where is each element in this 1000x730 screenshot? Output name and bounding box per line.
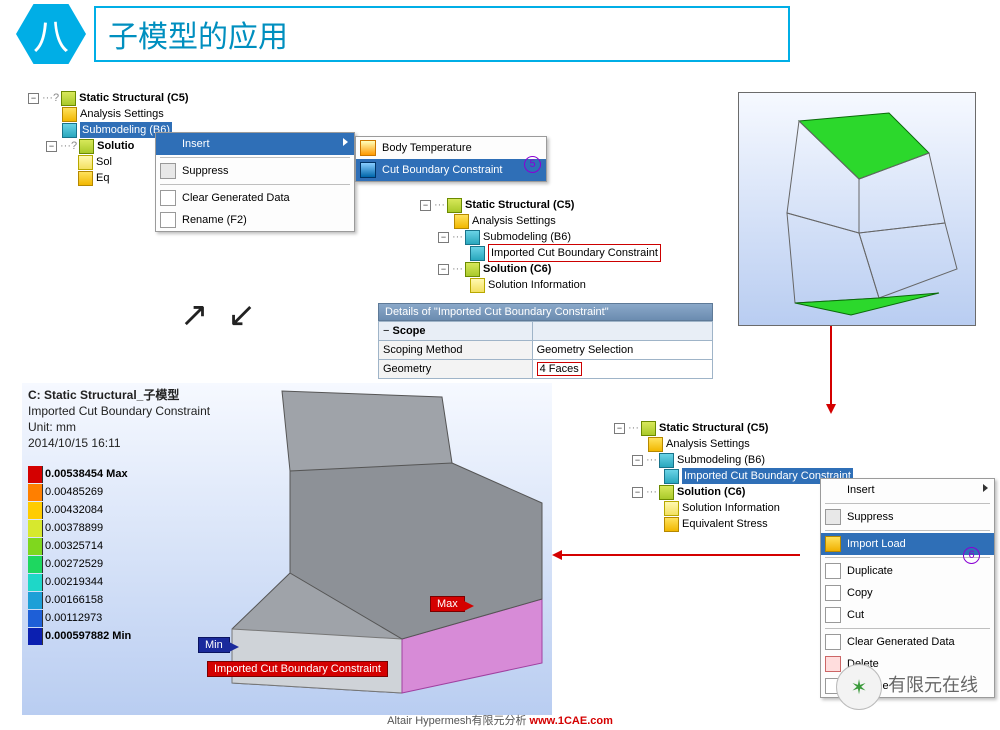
flow-arrow-left-icon — [560, 554, 800, 556]
outline-tree-2[interactable]: −···Static Structural (C5) Analysis Sett… — [420, 197, 661, 293]
section-number-hexagon: 八 — [16, 4, 86, 64]
details-scoping-method-val[interactable]: Geometry Selection — [532, 341, 712, 360]
step-badge-6: 6 — [963, 547, 980, 564]
menu2-copy[interactable]: Copy — [821, 582, 994, 604]
tree1-solution[interactable]: Solutio — [97, 138, 134, 154]
tree3-solution-info[interactable]: Solution Information — [682, 500, 780, 516]
result-icc-label: Imported Cut Boundary Constraint — [207, 661, 388, 677]
geometry-preview[interactable] — [738, 92, 976, 326]
wechat-icon: ✶ — [836, 664, 882, 710]
tree2-root[interactable]: Static Structural (C5) — [465, 197, 574, 213]
menu2-suppress[interactable]: Suppress — [821, 506, 994, 528]
slide-title: 子模型的应用 — [94, 6, 790, 62]
decorative-arrows: ↗ ↙ — [180, 295, 256, 335]
menu-insert[interactable]: Insert — [156, 133, 354, 155]
tree1-analysis-settings[interactable]: Analysis Settings — [80, 106, 164, 122]
menu-clear-generated-data[interactable]: Clear Generated Data — [156, 187, 354, 209]
menu-cut-boundary-constraint[interactable]: Cut Boundary Constraint — [356, 159, 546, 181]
tree2-analysis-settings[interactable]: Analysis Settings — [472, 213, 556, 229]
menu2-cut[interactable]: Cut — [821, 604, 994, 626]
details-scoping-method-key: Scoping Method — [379, 341, 533, 360]
max-flag: Max — [430, 596, 465, 612]
context-menu-submodeling[interactable]: Insert Suppress Clear Generated Data Ren… — [155, 132, 355, 232]
menu-suppress[interactable]: Suppress — [156, 160, 354, 182]
insert-submenu[interactable]: Body Temperature Cut Boundary Constraint — [355, 136, 547, 182]
tree1-eq[interactable]: Eq — [96, 170, 109, 186]
min-flag: Min — [198, 637, 230, 653]
footer-text: Altair Hypermesh有限元分析 — [387, 715, 529, 727]
details-geometry-key: Geometry — [379, 360, 533, 379]
tree3-root[interactable]: Static Structural (C5) — [659, 420, 768, 436]
step-badge-5: 5 — [524, 156, 541, 173]
details-scope-header: Scope — [393, 325, 426, 337]
flow-arrow-down-icon — [830, 326, 832, 406]
menu2-clear-generated-data[interactable]: Clear Generated Data — [821, 631, 994, 653]
tree2-solution-info[interactable]: Solution Information — [488, 277, 586, 293]
footer-link[interactable]: www.1CAE.com — [530, 715, 613, 727]
tree3-analysis-settings[interactable]: Analysis Settings — [666, 436, 750, 452]
watermark: ✶有限元在线 — [836, 664, 978, 710]
tree2-imported-cbc[interactable]: Imported Cut Boundary Constraint — [488, 244, 661, 262]
tree2-solution[interactable]: Solution (C6) — [483, 261, 551, 277]
tree3-equivalent-stress[interactable]: Equivalent Stress — [682, 516, 768, 532]
tree2-submodeling[interactable]: Submodeling (B6) — [483, 229, 571, 245]
footer: Altair Hypermesh有限元分析 www.1CAE.com — [0, 712, 1000, 728]
menu2-insert[interactable]: Insert — [821, 479, 994, 501]
slide-header: 八 子模型的应用 — [0, 0, 1000, 64]
details-geometry-val[interactable]: 4 Faces — [537, 362, 582, 376]
menu-rename[interactable]: Rename (F2) — [156, 209, 354, 231]
tree3-solution[interactable]: Solution (C6) — [677, 484, 745, 500]
geometry-model-icon — [739, 93, 975, 325]
outline-tree-3[interactable]: −···Static Structural (C5) Analysis Sett… — [614, 420, 853, 532]
details-panel: Details of "Imported Cut Boundary Constr… — [378, 303, 713, 379]
details-title: Details of "Imported Cut Boundary Constr… — [378, 303, 713, 321]
menu-body-temperature[interactable]: Body Temperature — [356, 137, 546, 159]
tree3-submodeling[interactable]: Submodeling (B6) — [677, 452, 765, 468]
tree1-sol[interactable]: Sol — [96, 154, 112, 170]
result-viewport[interactable]: C: Static Structural_子模型 Imported Cut Bo… — [22, 383, 552, 715]
tree1-root[interactable]: Static Structural (C5) — [79, 90, 188, 106]
section-number: 八 — [33, 8, 69, 60]
